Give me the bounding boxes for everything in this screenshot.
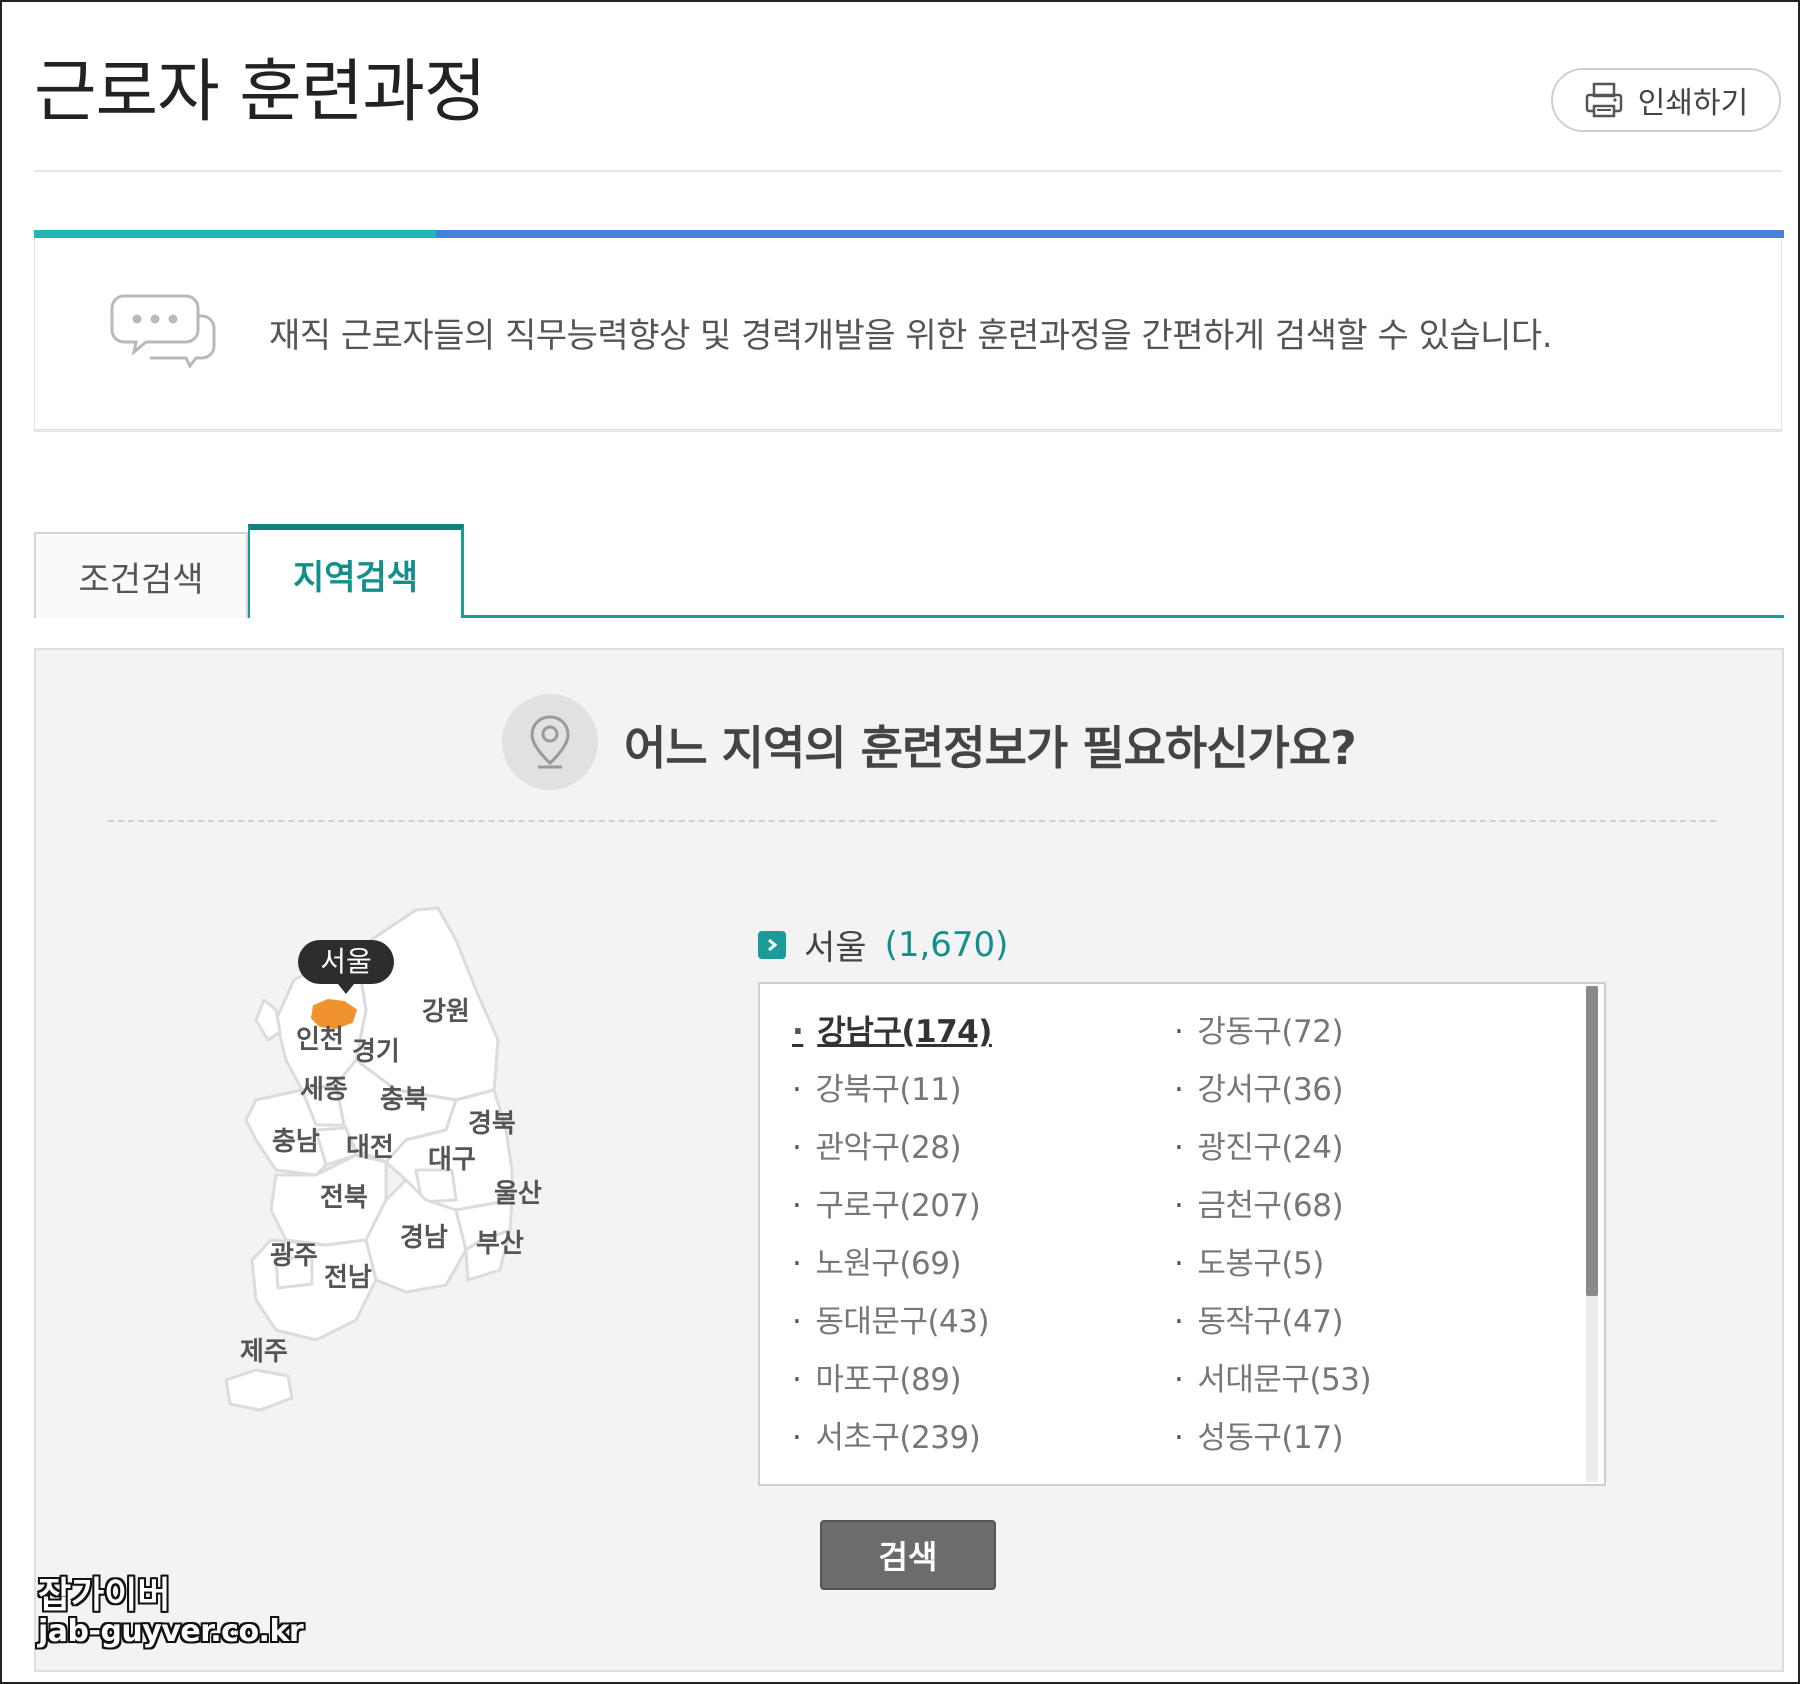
district-item[interactable]: 강북구(11)	[792, 1070, 1174, 1110]
district-item[interactable]: 금천구(68)	[1174, 1186, 1552, 1226]
map-label-gyeonggi[interactable]: 경기	[352, 1037, 400, 1067]
map-region-incheon[interactable]	[254, 998, 282, 1042]
korea-map: 서울 강원 인천 경기 세종 충북 경북 충남 대전 대구 울산 전북 경남 부…	[224, 906, 542, 1412]
title-divider	[34, 170, 1782, 172]
map-region-jeju[interactable]	[224, 1368, 294, 1412]
tab-region-search[interactable]: 지역검색	[248, 524, 464, 618]
district-item[interactable]: 동대문구(43)	[792, 1302, 1174, 1342]
page-title: 근로자 훈련과정	[34, 53, 487, 132]
district-item[interactable]: 강서구(36)	[1174, 1070, 1552, 1110]
intro-accent-teal	[34, 230, 436, 238]
district-item[interactable]: 강동구(72)	[1174, 1012, 1552, 1052]
district-item[interactable]: 동작구(47)	[1174, 1302, 1552, 1342]
district-item[interactable]: 도봉구(5)	[1174, 1244, 1552, 1284]
watermark-title: 잡가이버	[38, 1575, 171, 1616]
map-label-gyeongbuk[interactable]: 경북	[468, 1109, 516, 1139]
map-label-daejeon[interactable]: 대전	[346, 1133, 394, 1163]
map-label-seoul: 서울	[320, 945, 372, 978]
district-item[interactable]: 광진구(24)	[1174, 1128, 1552, 1168]
map-label-gangwon[interactable]: 강원	[422, 997, 470, 1027]
location-pin-icon	[502, 694, 598, 790]
scrollbar-thumb[interactable]	[1586, 986, 1598, 1296]
tab-condition-search[interactable]: 조건검색	[34, 532, 248, 618]
region-search-panel: 어느 지역의 훈련정보가 필요하신가요? 서울 강원 인천 경기 세종 충북 경…	[34, 648, 1784, 1672]
selected-region-heading: 서울 (1,670)	[758, 920, 1008, 969]
printer-icon	[1585, 82, 1623, 118]
region-question: 어느 지역의 훈련정보가 필요하신가요?	[624, 721, 1357, 775]
district-item[interactable]: 구로구(207)	[792, 1186, 1174, 1226]
selected-region-count: (1,670)	[884, 924, 1009, 965]
district-item[interactable]: 서초구(239)	[792, 1418, 1174, 1458]
print-button[interactable]: 인쇄하기	[1551, 68, 1781, 132]
district-item[interactable]: 관악구(28)	[792, 1128, 1174, 1168]
map-label-jeonbuk[interactable]: 전북	[320, 1183, 368, 1213]
intro-box: 재직 근로자들의 직무능력향상 및 경력개발을 위한 훈련과정을 간편하게 검색…	[34, 230, 1784, 430]
intro-accent-blue	[436, 230, 1784, 238]
map-label-jeonnam[interactable]: 전남	[324, 1263, 372, 1293]
map-label-ulsan[interactable]: 울산	[494, 1179, 542, 1209]
search-tabs: 조건검색 지역검색	[34, 524, 1784, 618]
map-label-gyeongnam[interactable]: 경남	[400, 1223, 448, 1253]
map-label-busan[interactable]: 부산	[476, 1229, 524, 1259]
chevron-right-icon	[758, 930, 786, 959]
map-label-daegu[interactable]: 대구	[428, 1145, 476, 1175]
district-item[interactable]: 강남구(174)	[792, 1012, 1174, 1052]
district-list: 강남구(174) 강동구(72) 강북구(11) 강서구(36) 관악구(28)…	[758, 982, 1606, 1486]
print-button-label: 인쇄하기	[1637, 86, 1749, 121]
map-label-chungnam[interactable]: 충남	[272, 1127, 320, 1157]
search-button[interactable]: 검색	[820, 1520, 996, 1590]
speech-bubble-icon	[110, 294, 216, 368]
dashed-divider	[108, 820, 1716, 822]
district-item[interactable]: 마포구(89)	[792, 1360, 1174, 1400]
map-label-sejong[interactable]: 세종	[300, 1075, 348, 1105]
map-label-incheon[interactable]: 인천	[296, 1025, 344, 1055]
map-label-gwangju[interactable]: 광주	[270, 1241, 318, 1271]
intro-message: 재직 근로자들의 직무능력향상 및 경력개발을 위한 훈련과정을 간편하게 검색…	[269, 316, 1553, 356]
district-item[interactable]: 서대문구(53)	[1174, 1360, 1552, 1400]
selected-region-name: 서울	[804, 928, 867, 968]
map-label-chungbuk[interactable]: 충북	[380, 1085, 428, 1115]
map-label-jeju[interactable]: 제주	[240, 1337, 288, 1367]
district-item[interactable]: 노원구(69)	[792, 1244, 1174, 1284]
district-item[interactable]: 성동구(17)	[1174, 1418, 1552, 1458]
watermark-url: jab-guyver.co.kr	[38, 1614, 304, 1649]
